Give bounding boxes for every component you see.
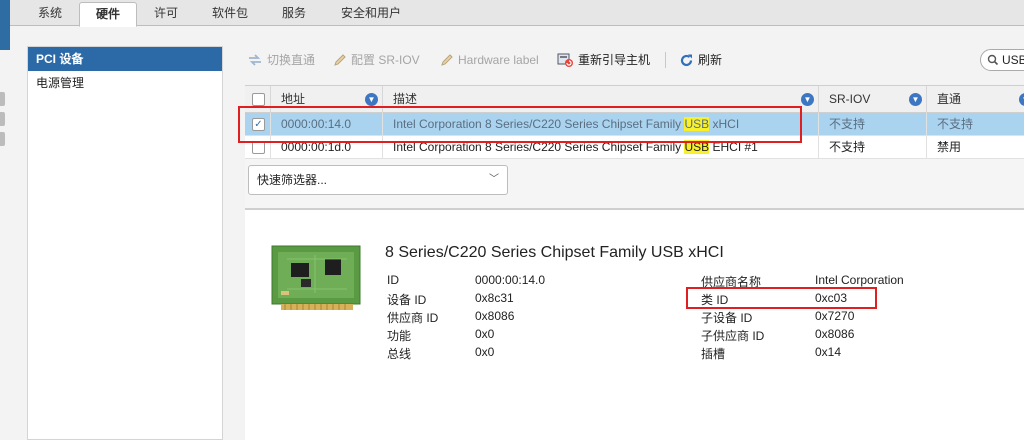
nav-item-pci-devices[interactable]: PCI 设备 bbox=[28, 47, 222, 71]
column-header-passthrough[interactable]: 直通 ▼ bbox=[927, 86, 1024, 113]
quick-filter-label: 快速筛选器... bbox=[257, 173, 328, 187]
search-match-highlight: USB bbox=[684, 117, 710, 131]
toggle-passthrough-label: 切换直通 bbox=[267, 53, 316, 67]
hardware-nav: PCI 设备 电源管理 bbox=[27, 46, 223, 440]
top-tab-bar: 系统 硬件 许可 软件包 服务 安全和用户 bbox=[0, 0, 1024, 27]
column-sriov-label: SR-IOV bbox=[829, 92, 871, 106]
chevron-down-icon[interactable]: ▼ bbox=[365, 93, 378, 106]
left-gutter bbox=[0, 0, 10, 50]
select-all-header[interactable] bbox=[245, 86, 271, 113]
table-row[interactable]: 0000:00:1d.0 Intel Corporation 8 Series/… bbox=[245, 136, 1024, 159]
detail-value: 0x0 bbox=[475, 345, 495, 359]
detail-label: 功能 bbox=[387, 329, 412, 343]
column-description-label: 描述 bbox=[393, 92, 418, 106]
passthrough-cell: 不支持 bbox=[937, 117, 974, 131]
address-cell: 0000:00:14.0 bbox=[271, 113, 383, 136]
tab-licensing[interactable]: 许可 bbox=[140, 0, 192, 26]
passthrough-cell: 禁用 bbox=[937, 140, 962, 154]
column-header-sriov[interactable]: SR-IOV ▼ bbox=[819, 86, 927, 113]
pencil-icon bbox=[441, 54, 453, 66]
select-all-checkbox[interactable] bbox=[252, 93, 265, 106]
row-select-cell: ✓ bbox=[245, 113, 271, 136]
tab-packages[interactable]: 软件包 bbox=[197, 0, 263, 26]
description-text: Intel Corporation 8 Series/C220 Series C… bbox=[393, 117, 685, 131]
tab-hardware[interactable]: 硬件 bbox=[79, 2, 137, 27]
detail-value: Intel Corporation bbox=[815, 273, 904, 287]
row-checkbox[interactable]: ✓ bbox=[252, 118, 265, 131]
configure-sriov-label: 配置 SR-IOV bbox=[351, 53, 420, 67]
pencil-icon bbox=[334, 54, 346, 66]
description-cell: Intel Corporation 8 Series/C220 Series C… bbox=[383, 136, 819, 159]
detail-label: 子供应商 ID bbox=[701, 329, 765, 343]
column-header-address[interactable]: 地址 ▼ bbox=[271, 86, 383, 113]
detail-value: 0x7270 bbox=[815, 309, 855, 323]
nav-item-power-management[interactable]: 电源管理 bbox=[28, 71, 222, 95]
search-icon bbox=[987, 54, 999, 66]
detail-label: 供应商 ID bbox=[387, 311, 439, 325]
reboot-host-icon bbox=[557, 53, 573, 67]
detail-value: 0xc03 bbox=[815, 291, 848, 305]
chevron-down-icon[interactable]: ▼ bbox=[1019, 93, 1024, 106]
description-cell: Intel Corporation 8 Series/C220 Series C… bbox=[383, 113, 819, 136]
pci-device-table: 地址 ▼ 描述 ▼ SR-IOV ▼ 直通 ▼ ✓ 0000:00:14.0 I… bbox=[245, 85, 1024, 209]
detail-value: 0x14 bbox=[815, 345, 842, 359]
detail-label: 插槽 bbox=[701, 347, 726, 361]
edge-handle[interactable] bbox=[0, 92, 5, 106]
detail-value: 0x0 bbox=[475, 327, 495, 341]
toolbar-separator bbox=[665, 52, 666, 68]
toggle-passthrough-icon bbox=[249, 54, 261, 66]
pci-card-icon bbox=[271, 245, 361, 310]
sriov-cell: 不支持 bbox=[819, 136, 927, 159]
device-title: 8 Series/C220 Series Chipset Family USB … bbox=[385, 244, 724, 261]
edge-handle[interactable] bbox=[0, 132, 5, 146]
detail-label: 总线 bbox=[387, 347, 412, 361]
column-address-label: 地址 bbox=[281, 92, 306, 106]
detail-label: ID bbox=[387, 273, 399, 287]
quick-filter-dropdown[interactable]: 快速筛选器... ﹀ bbox=[248, 165, 508, 195]
tab-system[interactable]: 系统 bbox=[24, 0, 76, 26]
row-checkbox[interactable] bbox=[252, 141, 265, 154]
detail-label: 类 ID bbox=[701, 293, 729, 307]
sriov-cell: 不支持 bbox=[819, 113, 927, 136]
search-match-highlight: USB bbox=[684, 140, 710, 154]
refresh-label: 刷新 bbox=[698, 53, 723, 67]
chevron-down-icon[interactable]: ▼ bbox=[909, 93, 922, 106]
detail-label: 设备 ID bbox=[387, 293, 427, 307]
column-passthrough-label: 直通 bbox=[937, 92, 962, 106]
table-row[interactable]: ✓ 0000:00:14.0 Intel Corporation 8 Serie… bbox=[245, 113, 1024, 136]
detail-value: 0x8c31 bbox=[475, 291, 514, 305]
toolbar: 切换直通 配置 SR-IOV Hardware label 重新引导主机 刷新 bbox=[247, 50, 1007, 72]
refresh-button[interactable]: 刷新 bbox=[679, 50, 722, 70]
column-header-description[interactable]: 描述 ▼ bbox=[383, 86, 819, 113]
reboot-host-button[interactable]: 重新引导主机 bbox=[557, 50, 650, 70]
detail-value: 0000:00:14.0 bbox=[475, 273, 546, 287]
address-cell: 0000:00:1d.0 bbox=[271, 136, 383, 159]
search-input[interactable]: USB bbox=[980, 49, 1024, 71]
refresh-icon bbox=[680, 54, 693, 66]
filter-area: 快速筛选器... ﹀ bbox=[245, 159, 1024, 209]
search-input-value: USB bbox=[1002, 53, 1024, 67]
chevron-down-icon: ﹀ bbox=[489, 174, 499, 185]
tab-security-users[interactable]: 安全和用户 bbox=[326, 0, 416, 26]
detail-value: 0x8086 bbox=[815, 327, 855, 341]
description-text: EHCI #1 bbox=[709, 140, 758, 154]
edge-handle[interactable] bbox=[0, 112, 5, 126]
toggle-passthrough-button[interactable]: 切换直通 bbox=[247, 50, 315, 70]
tab-services[interactable]: 服务 bbox=[268, 0, 320, 26]
reboot-host-label: 重新引导主机 bbox=[578, 53, 651, 67]
table-header: 地址 ▼ 描述 ▼ SR-IOV ▼ 直通 ▼ bbox=[245, 86, 1024, 113]
detail-label: 供应商名称 bbox=[701, 275, 762, 289]
description-text: xHCI bbox=[709, 117, 740, 131]
chevron-down-icon[interactable]: ▼ bbox=[801, 93, 814, 106]
configure-sriov-button[interactable]: 配置 SR-IOV bbox=[333, 50, 420, 70]
row-select-cell bbox=[245, 136, 271, 159]
detail-value: 0x8086 bbox=[475, 309, 515, 323]
detail-label: 子设备 ID bbox=[701, 311, 753, 325]
hardware-label-label: Hardware label bbox=[458, 53, 539, 67]
description-text: Intel Corporation 8 Series/C220 Series C… bbox=[393, 140, 685, 154]
hardware-label-button[interactable]: Hardware label bbox=[440, 50, 539, 70]
device-detail-panel: 8 Series/C220 Series Chipset Family USB … bbox=[245, 209, 1024, 440]
